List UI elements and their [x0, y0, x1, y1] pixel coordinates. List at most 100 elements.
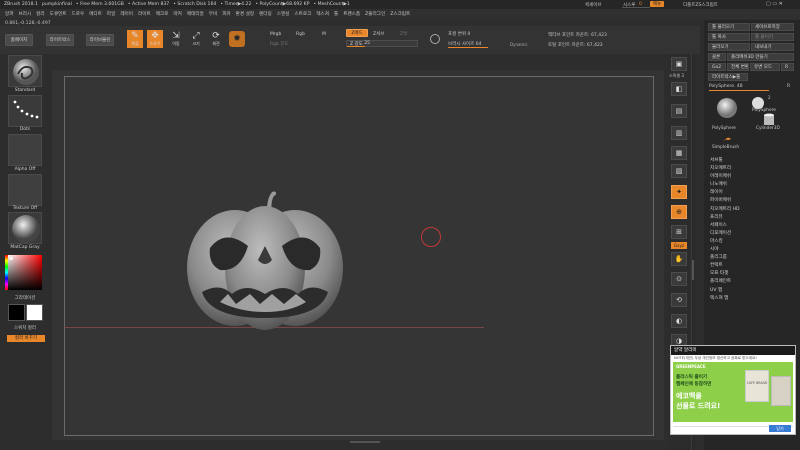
- subpalette-item[interactable]: 컨택트: [710, 262, 790, 270]
- menu-item[interactable]: 컬러: [36, 11, 44, 17]
- r-button[interactable]: R: [781, 63, 794, 71]
- tool-thumb-polysphere-1[interactable]: [714, 96, 740, 120]
- menu-item[interactable]: 스텐실: [277, 11, 290, 17]
- alternate-color-button[interactable]: 컬러 바꾸기: [7, 335, 45, 342]
- subpalette-item[interactable]: 레이어: [710, 189, 790, 197]
- right-scrollbar-thumb[interactable]: [692, 260, 694, 280]
- clone-button[interactable]: 클론: [708, 53, 726, 61]
- focal-shift-slider[interactable]: 포컬 변위 0: [448, 31, 470, 37]
- subpalette-item[interactable]: 나노메쉬: [710, 181, 790, 189]
- rgb-intensity-slider[interactable]: Rgb 강도: [270, 41, 289, 47]
- make-polymesh-button[interactable]: 폴리메쉬3D 만들기: [727, 53, 794, 61]
- save-as-button[interactable]: 세이브로저장: [751, 23, 794, 31]
- subpalette-item[interactable]: 지오메트리: [710, 165, 790, 173]
- current-tool-r[interactable]: R: [787, 84, 790, 89]
- floor-button[interactable]: ▧: [671, 164, 687, 178]
- menu-item[interactable]: 환경 설정: [236, 11, 254, 17]
- gizmo-button[interactable]: ✹: [229, 31, 245, 47]
- stroke-thumbnail[interactable]: [8, 95, 42, 127]
- quicksave-button[interactable]: 퀵세이브: [585, 2, 602, 8]
- menu-item[interactable]: 마커: [173, 11, 181, 17]
- menu-item[interactable]: 알파: [5, 11, 13, 17]
- menu-item[interactable]: 렌더링: [259, 11, 272, 17]
- scale-mode-button[interactable]: ⤢ 크기: [188, 30, 204, 48]
- subpalette-item[interactable]: 시야: [710, 246, 790, 254]
- subpalette-item[interactable]: 서브툴: [710, 157, 790, 165]
- move-view-button[interactable]: ✋: [671, 252, 687, 266]
- popup-close-button[interactable]: 닫기: [769, 425, 791, 432]
- lightbox-button[interactable]: 라이트박스: [46, 34, 74, 46]
- frame-button[interactable]: ⊞: [671, 225, 687, 239]
- menu-item[interactable]: 드로우: [72, 11, 85, 17]
- seethrough-slider[interactable]: [622, 7, 650, 8]
- actual-button[interactable]: ▤: [671, 104, 687, 118]
- texture-thumbnail[interactable]: [8, 174, 42, 206]
- zsub-toggle[interactable]: Z서브: [373, 31, 384, 37]
- subpalette-item[interactable]: 마스킹: [710, 238, 790, 246]
- subpalette-item[interactable]: 모프 타겟: [710, 270, 790, 278]
- subpalette-item[interactable]: 프리뷰: [710, 214, 790, 222]
- dynamic-toggle[interactable]: Dynamic: [510, 42, 528, 47]
- edit-mode-button[interactable]: ✎ 편집: [127, 30, 143, 48]
- live-boolean-button[interactable]: 라이브불린: [86, 34, 114, 46]
- window-controls[interactable]: ▢ ▭ ✕: [766, 1, 783, 7]
- persp-button[interactable]: ▦: [671, 146, 687, 160]
- mrgb-toggle[interactable]: Mrgb: [270, 32, 281, 37]
- dynamic-button[interactable]: ◧: [671, 82, 687, 96]
- menu-item[interactable]: 트랜스폼: [343, 11, 360, 17]
- color-picker[interactable]: [8, 255, 42, 290]
- menu-item[interactable]: 텍스쳐: [316, 11, 329, 17]
- visible-button[interactable]: 유변 모드: [750, 63, 780, 71]
- aahalf-button[interactable]: ▥: [671, 126, 687, 140]
- default-zscript-button[interactable]: 디폴트ZS스크립트: [683, 2, 718, 8]
- zoom-view-button[interactable]: ⊙: [671, 272, 687, 286]
- transp-button[interactable]: ◐: [671, 314, 687, 328]
- subpalette-item[interactable]: UV 맵: [710, 287, 790, 295]
- spix-slider[interactable]: 스픽셀 3: [669, 73, 684, 79]
- hue-slider[interactable]: [5, 255, 8, 290]
- material-thumbnail[interactable]: [8, 212, 42, 244]
- menu-item[interactable]: 피커: [222, 11, 230, 17]
- ad-banner[interactable]: GREENPEACE 플라스틱 줄이기 캠페인에 동참하면 에코백을 선물로 드…: [673, 362, 793, 422]
- alpha-thumbnail[interactable]: [8, 134, 42, 166]
- zadd-toggle[interactable]: Z애드: [346, 29, 368, 37]
- xyz-rotate-button[interactable]: ⊕: [671, 205, 687, 219]
- all-button[interactable]: 전체 변환: [727, 63, 749, 71]
- load-tool-button[interactable]: 툴 불러오기: [708, 23, 750, 31]
- gradient-label[interactable]: 그라데이션: [2, 295, 48, 301]
- main-color-swatch[interactable]: [26, 304, 43, 321]
- current-tool-slider[interactable]: [709, 90, 769, 91]
- subpalette-item[interactable]: 어레이메쉬: [710, 173, 790, 181]
- menu-item[interactable]: 레이어: [120, 11, 133, 17]
- subpalette-item[interactable]: 디포메이션: [710, 230, 790, 238]
- rgb-toggle[interactable]: Rgb: [296, 32, 305, 37]
- rotate-view-button[interactable]: ⟲: [671, 293, 687, 307]
- import-button[interactable]: 불러오기: [708, 43, 750, 51]
- switch-color-label[interactable]: 스위치 컬러: [2, 325, 48, 331]
- paste-tool-button[interactable]: 툴 붙이기: [751, 33, 794, 41]
- local-button[interactable]: ✦: [671, 185, 687, 199]
- menu-item[interactable]: 에디트: [89, 11, 102, 17]
- document-canvas[interactable]: [64, 76, 654, 436]
- menu-item[interactable]: 라이트: [138, 11, 151, 17]
- subpalette-item[interactable]: 파이버메쉬: [710, 197, 790, 205]
- menu-item[interactable]: Z플러그인: [365, 11, 385, 17]
- menu-item[interactable]: 파일: [107, 11, 115, 17]
- subpalette-item[interactable]: 텍스쳐 맵: [710, 295, 790, 303]
- secondary-color-swatch[interactable]: [8, 304, 25, 321]
- menu-item[interactable]: 도큐먼트: [50, 11, 67, 17]
- menu-item[interactable]: Z스크립트: [390, 11, 410, 17]
- rotate-mode-button[interactable]: ⟳ 회전: [208, 30, 224, 48]
- copy-tool-button[interactable]: 툴 복사: [708, 33, 750, 41]
- export-button[interactable]: 내보내기: [751, 43, 794, 51]
- home-page-button[interactable]: 홈페이지: [5, 34, 33, 46]
- subpalette-item[interactable]: 지오메트리 HD: [710, 206, 790, 214]
- color-cursor[interactable]: [10, 257, 13, 260]
- tool-thumb-simplebrush[interactable]: [720, 133, 734, 145]
- subpalette-item[interactable]: 서페이스: [710, 222, 790, 230]
- menu-item[interactable]: 매크로: [156, 11, 169, 17]
- zcut-toggle[interactable]: Z컷: [400, 31, 407, 37]
- m-toggle[interactable]: M: [322, 32, 326, 37]
- brush-thumbnail[interactable]: [8, 55, 42, 87]
- lightbox-tools-button[interactable]: 라이트박스▶툴: [708, 73, 748, 81]
